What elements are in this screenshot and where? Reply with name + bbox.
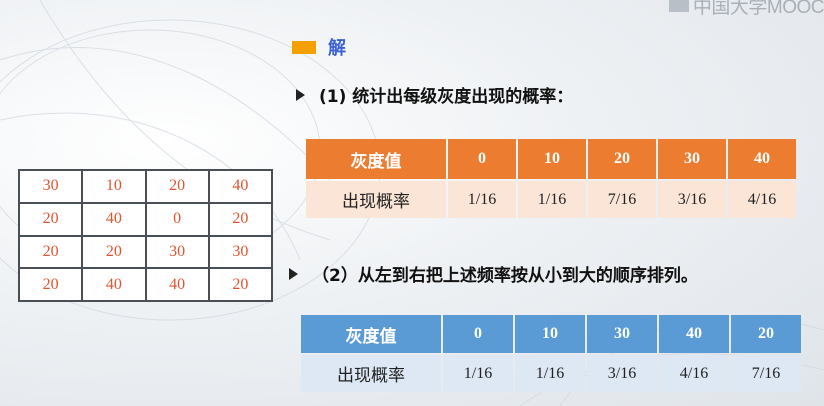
step-1-text: (1) 统计出每级灰度出现的概率： (319, 87, 574, 107)
grid-cell: 40 (81, 201, 147, 237)
grid-cell: 20 (207, 201, 274, 237)
probability-row-label: 出现概率 (301, 355, 441, 392)
probability-table-sorted: 灰度值 0 10 30 40 20 出现概率 1/16 1/16 3/16 4/… (299, 313, 803, 394)
image-pixel-grid: 30 10 20 40 20 40 0 20 20 20 30 30 20 40… (17, 169, 274, 302)
gray-value-cell: 40 (728, 139, 796, 179)
grid-cell: 20 (17, 267, 84, 302)
gray-value-cell: 30 (587, 315, 657, 353)
grid-row: 20 20 30 30 (17, 234, 274, 270)
gray-value-cell: 10 (515, 315, 585, 353)
solution-heading-text: 解 (328, 38, 346, 59)
grid-row: 30 10 20 40 (17, 169, 274, 204)
mooc-logo-icon (668, 0, 689, 12)
probability-cell: 1/16 (515, 355, 585, 392)
grid-cell: 30 (207, 234, 274, 270)
gray-value-cell: 10 (518, 139, 586, 179)
probability-cell: 3/16 (587, 355, 657, 392)
gray-value-cell: 0 (443, 315, 513, 353)
grid-cell: 20 (17, 234, 84, 270)
solution-heading: 解 (292, 34, 346, 60)
probability-cell: 4/16 (659, 355, 729, 392)
probability-table-unsorted: 灰度值 0 10 20 30 40 出现概率 1/16 1/16 7/16 3/… (304, 137, 798, 220)
mooc-logo: 中国大学MOOC (668, 0, 824, 18)
grid-row: 20 40 40 20 (17, 267, 274, 302)
grid-cell: 20 (81, 234, 147, 270)
gray-value-cell: 20 (731, 315, 801, 353)
step-1: (1) 统计出每级灰度出现的概率： (296, 82, 573, 107)
gray-value-header: 灰度值 (301, 315, 441, 353)
probability-row-label: 出现概率 (306, 181, 446, 218)
probability-cell: 4/16 (728, 181, 796, 218)
probability-cell: 3/16 (658, 181, 726, 218)
arrow-bullet-icon (289, 267, 298, 280)
grid-cell: 30 (17, 169, 84, 204)
mooc-logo-text: 中国大学MOOC (692, 0, 824, 18)
grid-cell: 40 (144, 267, 210, 302)
step-2: （2）从左到右把上述频率按从小到大的顺序排列。 (289, 261, 698, 286)
gray-value-cell: 30 (658, 139, 726, 179)
grid-cell: 30 (144, 234, 210, 270)
grid-row: 20 40 0 20 (17, 201, 274, 237)
grid-cell: 0 (144, 201, 210, 237)
grid-cell: 40 (81, 267, 147, 302)
step-2-text: （2）从左到右把上述频率按从小到大的顺序排列。 (312, 266, 698, 286)
table-row: 出现概率 1/16 1/16 3/16 4/16 7/16 (301, 355, 801, 392)
grid-cell: 20 (207, 267, 274, 302)
probability-cell: 7/16 (588, 181, 656, 218)
gray-value-cell: 40 (659, 315, 729, 353)
probability-cell: 1/16 (518, 181, 586, 218)
table-header-row: 灰度值 0 10 20 30 40 (306, 139, 796, 179)
gray-value-header: 灰度值 (306, 139, 446, 179)
grid-cell: 20 (144, 169, 210, 204)
orange-square-icon (292, 40, 316, 54)
grid-cell: 10 (81, 169, 147, 204)
probability-cell: 1/16 (443, 355, 513, 392)
gray-value-cell: 20 (588, 139, 656, 179)
grid-cell: 40 (207, 169, 274, 204)
grid-cell: 20 (17, 201, 84, 237)
probability-cell: 1/16 (448, 181, 516, 218)
arrow-bullet-icon (296, 88, 305, 101)
probability-cell: 7/16 (731, 355, 801, 392)
gray-value-cell: 0 (448, 139, 516, 179)
table-header-row: 灰度值 0 10 30 40 20 (301, 315, 801, 353)
table-row: 出现概率 1/16 1/16 7/16 3/16 4/16 (306, 181, 796, 218)
